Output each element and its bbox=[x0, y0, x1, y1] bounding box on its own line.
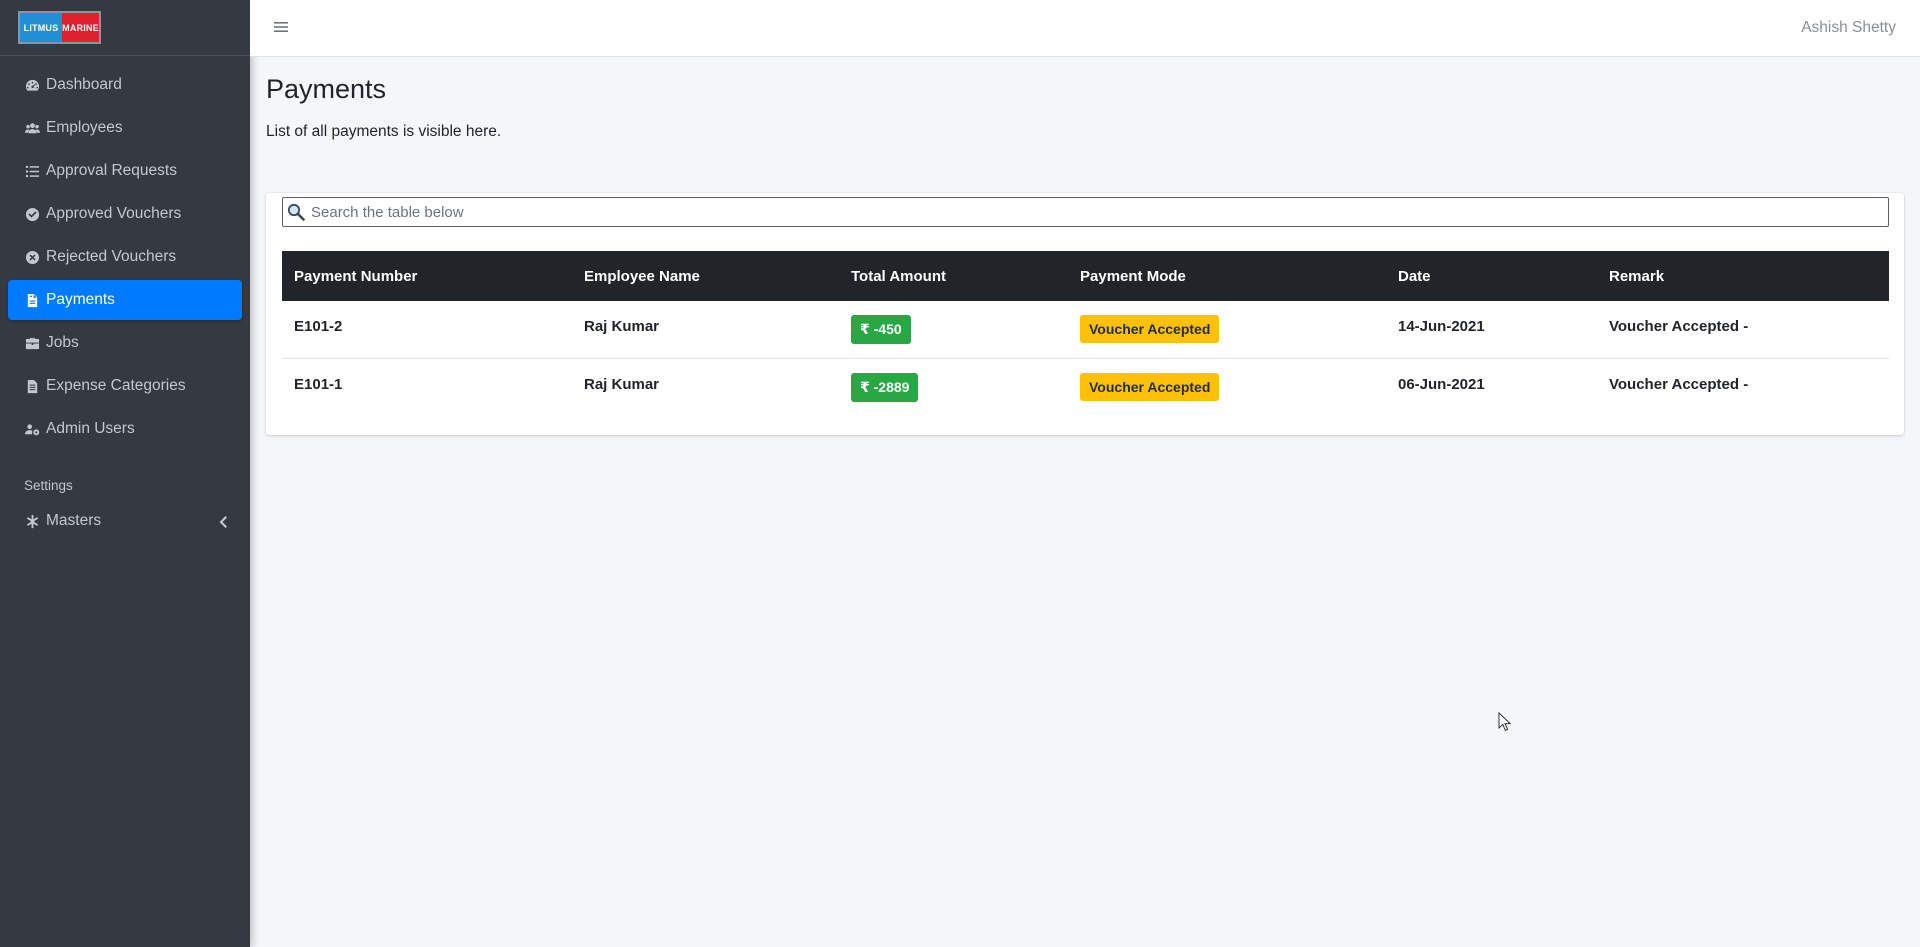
file-invoice-icon bbox=[24, 292, 40, 308]
column-header-date[interactable]: Date bbox=[1386, 251, 1597, 301]
table-row[interactable]: E101-1 Raj Kumar ₹ -2889 Voucher Accepte… bbox=[282, 358, 1889, 415]
search-box bbox=[282, 197, 1889, 227]
remark-cell: Voucher Accepted - bbox=[1609, 318, 1749, 335]
employee-name-cell: Raj Kumar bbox=[584, 375, 660, 393]
sidebar-item-admin-users[interactable]: Admin Users bbox=[8, 409, 242, 449]
sidebar-item-label: Rejected Vouchers bbox=[46, 248, 177, 265]
brand: LITMUS MARINE bbox=[0, 0, 250, 56]
payment-mode-cell: Voucher Accepted bbox=[1068, 358, 1386, 415]
column-header-remark[interactable]: Remark bbox=[1597, 251, 1889, 301]
sidebar-item-label: Approval Requests bbox=[46, 162, 177, 179]
user-name[interactable]: Ashish Shetty bbox=[1801, 19, 1896, 37]
table-row[interactable]: E101-2 Raj Kumar ₹ -450 Voucher Accepted… bbox=[282, 301, 1889, 358]
sidebar-item-label: Masters bbox=[46, 512, 102, 529]
sidebar-item-label: Employees bbox=[46, 119, 123, 136]
search-icon bbox=[287, 203, 305, 221]
table-header-row: Payment Number Employee Name Total Amoun… bbox=[282, 251, 1889, 301]
sidebar-item-label: Payments bbox=[46, 291, 115, 308]
sidebar-item-label: Dashboard bbox=[46, 76, 122, 93]
employee-name-cell: Raj Kumar bbox=[584, 318, 660, 335]
remark-cell: Voucher Accepted - bbox=[1609, 375, 1749, 393]
payment-mode-cell: Voucher Accepted bbox=[1068, 301, 1386, 358]
sidebar-item-rejected-vouchers[interactable]: Rejected Vouchers bbox=[8, 237, 242, 277]
sidebar-item-masters[interactable]: Masters bbox=[8, 501, 242, 541]
chevron-left-icon[interactable] bbox=[218, 515, 228, 528]
sidebar-item-employees[interactable]: Employees bbox=[8, 108, 242, 148]
payment-number-cell: E101-1 bbox=[294, 375, 343, 393]
page-description: List of all payments is visible here. bbox=[266, 123, 502, 140]
sidebar-item-label: Admin Users bbox=[46, 420, 135, 437]
payment-number-cell: E101-2 bbox=[294, 318, 343, 335]
amount-badge: ₹ -450 bbox=[851, 315, 911, 344]
logo-right-text: MARINE bbox=[62, 13, 99, 42]
payment-mode-badge: Voucher Accepted bbox=[1080, 372, 1220, 401]
column-header-payment-number[interactable]: Payment Number bbox=[282, 251, 572, 301]
briefcase-icon bbox=[24, 335, 40, 351]
payments-table: Payment Number Employee Name Total Amoun… bbox=[282, 251, 1889, 415]
check-circle-icon bbox=[24, 206, 40, 222]
sidebar-item-label: Expense Categories bbox=[46, 377, 186, 394]
sidebar-item-jobs[interactable]: Jobs bbox=[8, 323, 242, 363]
sidebar-item-expense-categories[interactable]: Expense Categories bbox=[8, 366, 242, 406]
settings-header: Settings bbox=[24, 478, 73, 493]
sidebar-item-dashboard[interactable]: Dashboard bbox=[8, 65, 242, 105]
file-alt-icon bbox=[24, 378, 40, 394]
sidebar-item-payments[interactable]: Payments bbox=[8, 280, 242, 320]
sidebar-item-label: Jobs bbox=[46, 334, 79, 351]
mouse-cursor-icon bbox=[1498, 712, 1512, 732]
search-input[interactable] bbox=[311, 203, 1888, 221]
sidebar-item-label: Approved Vouchers bbox=[46, 205, 182, 222]
amount-badge: ₹ -2889 bbox=[851, 372, 919, 402]
column-header-payment-mode[interactable]: Payment Mode bbox=[1068, 251, 1386, 301]
sidebar-item-approved-vouchers[interactable]: Approved Vouchers bbox=[8, 194, 242, 234]
company-logo[interactable]: LITMUS MARINE bbox=[18, 11, 101, 44]
sidebar: LITMUS MARINE Dashboard Employees Approv… bbox=[0, 0, 250, 947]
payment-mode-badge: Voucher Accepted bbox=[1080, 315, 1220, 343]
column-header-employee-name[interactable]: Employee Name bbox=[572, 251, 839, 301]
total-amount-cell: ₹ -2889 bbox=[839, 358, 1068, 415]
payments-card: Payment Number Employee Name Total Amoun… bbox=[266, 193, 1904, 435]
top-navbar: Ashish Shetty bbox=[250, 0, 1920, 57]
column-header-total-amount[interactable]: Total Amount bbox=[839, 251, 1068, 301]
dashboard-icon bbox=[24, 77, 40, 93]
users-icon bbox=[24, 120, 40, 136]
list-icon bbox=[24, 163, 40, 179]
date-cell: 06-Jun-2021 bbox=[1398, 375, 1485, 393]
sidebar-nav: Dashboard Employees Approval Requests Ap… bbox=[0, 56, 250, 541]
sidebar-item-approval-requests[interactable]: Approval Requests bbox=[8, 151, 242, 191]
date-cell: 14-Jun-2021 bbox=[1398, 318, 1485, 335]
hamburger-menu-icon[interactable] bbox=[274, 20, 288, 34]
times-circle-icon bbox=[24, 249, 40, 265]
users-cog-icon bbox=[24, 421, 40, 437]
logo-left-text: LITMUS bbox=[20, 13, 62, 42]
total-amount-cell: ₹ -450 bbox=[839, 301, 1068, 358]
asterisk-icon bbox=[24, 513, 40, 529]
page-title: Payments bbox=[266, 74, 387, 104]
